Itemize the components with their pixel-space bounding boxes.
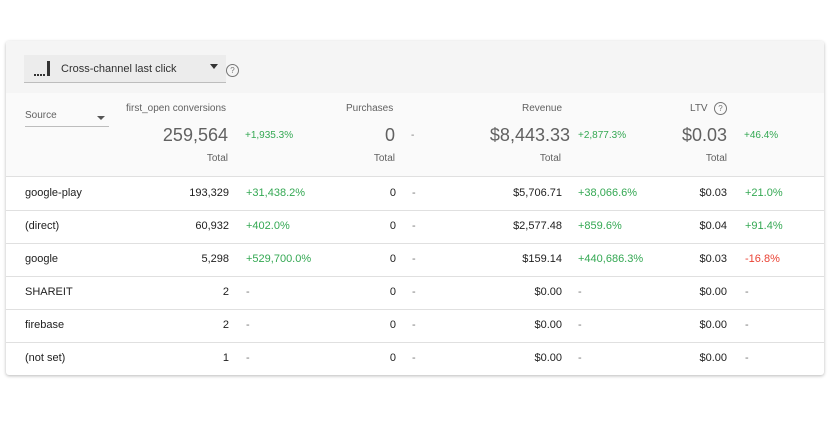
row-source[interactable]: (direct) [25,220,59,232]
row-first-open: 60,932 [195,220,229,232]
help-circle-icon[interactable]: ? [226,64,239,77]
row-purchases: 0 [389,286,396,298]
row-source[interactable]: (not set) [25,352,65,364]
row-revenue: $0.00 [534,352,562,364]
row-first-open-delta: - [246,319,250,331]
row-purchases-delta: - [412,253,416,265]
row-source[interactable]: firebase [25,319,64,331]
row-revenue: $0.00 [534,319,562,331]
column-title-purchases[interactable]: Purchases [346,103,393,114]
row-revenue-delta: +38,066.6% [578,187,638,199]
row-ltv-delta: - [745,286,749,298]
row-ltv-delta: -16.8% [745,253,780,265]
page-top-band [0,0,834,41]
row-ltv-delta: +21.0% [745,187,783,199]
total-delta-purchases: - [411,130,415,141]
row-purchases: 0 [389,187,396,199]
row-ltv: $0.00 [699,319,727,331]
column-title-revenue[interactable]: Revenue [522,103,562,114]
row-revenue: $159.14 [522,253,562,265]
row-ltv: $0.00 [699,352,727,364]
row-ltv-delta: - [745,319,749,331]
row-source[interactable]: google-play [25,187,82,199]
row-ltv-delta: - [745,352,749,364]
total-delta-revenue: +2,877.3% [578,130,627,141]
row-purchases: 0 [389,352,396,364]
row-revenue-delta: +859.6% [578,220,622,232]
row-ltv: $0.04 [699,220,727,232]
row-purchases-delta: - [412,319,416,331]
row-revenue-delta: - [578,286,582,298]
row-purchases: 0 [389,253,396,265]
row-purchases-delta: - [412,220,416,232]
row-first-open: 193,329 [189,187,229,199]
total-delta-first-open: +1,935.3% [245,130,294,141]
row-source[interactable]: google [25,253,58,265]
total-purchases: 0 [384,125,395,145]
row-revenue: $2,577.48 [513,220,562,232]
attribution-model-label: Cross-channel last click [61,63,177,75]
row-purchases: 0 [389,319,396,331]
row-ltv: $0.00 [699,286,727,298]
row-first-open-delta: +402.0% [246,220,290,232]
row-revenue: $0.00 [534,286,562,298]
total-first-open: 259,564 [162,125,228,145]
total-label-purchases: Total [373,153,395,164]
total-label-first-open: Total [206,153,228,164]
row-revenue: $5,706.71 [513,187,562,199]
row-ltv: $0.03 [699,253,727,265]
dimension-selector[interactable]: Source [25,110,109,127]
column-title-ltv[interactable]: LTV [690,103,708,114]
row-purchases: 0 [389,220,396,232]
row-revenue-delta: - [578,319,582,331]
row-first-open-delta: +31,438.2% [246,187,306,199]
total-delta-ltv: +46.4% [744,130,779,141]
row-purchases-delta: - [412,286,416,298]
table-row[interactable]: (direct) 60,932 +402.0% 0 - $2,577.48 +8… [6,210,824,244]
total-ltv: $0.03 [681,125,727,145]
row-purchases-delta: - [412,352,416,364]
table-row[interactable]: google 5,298 +529,700.0% 0 - $159.14 +44… [6,243,824,277]
table-row[interactable]: (not set) 1 - 0 - $0.00 - $0.00 - [6,342,824,375]
row-first-open: 5,298 [201,253,229,265]
row-first-open: 1 [222,352,229,364]
ltv-help-icon[interactable]: ? [714,102,727,115]
row-source[interactable]: SHAREIT [25,286,73,298]
attribution-model-icon [34,61,50,76]
dimension-label: Source [25,110,57,121]
attribution-model-dropdown[interactable]: Cross-channel last click [24,55,226,83]
row-purchases-delta: - [412,187,416,199]
row-revenue-delta: - [578,352,582,364]
report-toolbar: Cross-channel last click ? [6,41,824,94]
table-header: Source first_open conversions 259,564 +1… [6,93,824,177]
chevron-down-icon [97,116,105,120]
row-revenue-delta: +440,686.3% [578,253,644,265]
total-label-revenue: Total [539,153,561,164]
row-first-open: 2 [222,286,229,298]
report-card: Cross-channel last click ? Source first_… [6,41,824,375]
table-row[interactable]: google-play 193,329 +31,438.2% 0 - $5,70… [6,177,824,211]
row-ltv: $0.03 [699,187,727,199]
total-label-ltv: Total [705,153,727,164]
column-title-first-open[interactable]: first_open conversions [126,103,226,114]
table-row[interactable]: firebase 2 - 0 - $0.00 - $0.00 - [6,309,824,343]
chevron-down-icon [210,64,218,69]
total-revenue: $8,443.33 [489,125,570,145]
row-first-open-delta: - [246,286,250,298]
row-first-open: 2 [222,319,229,331]
row-first-open-delta: +529,700.0% [246,253,312,265]
row-first-open-delta: - [246,352,250,364]
row-ltv-delta: +91.4% [745,220,783,232]
table-row[interactable]: SHAREIT 2 - 0 - $0.00 - $0.00 - [6,276,824,310]
